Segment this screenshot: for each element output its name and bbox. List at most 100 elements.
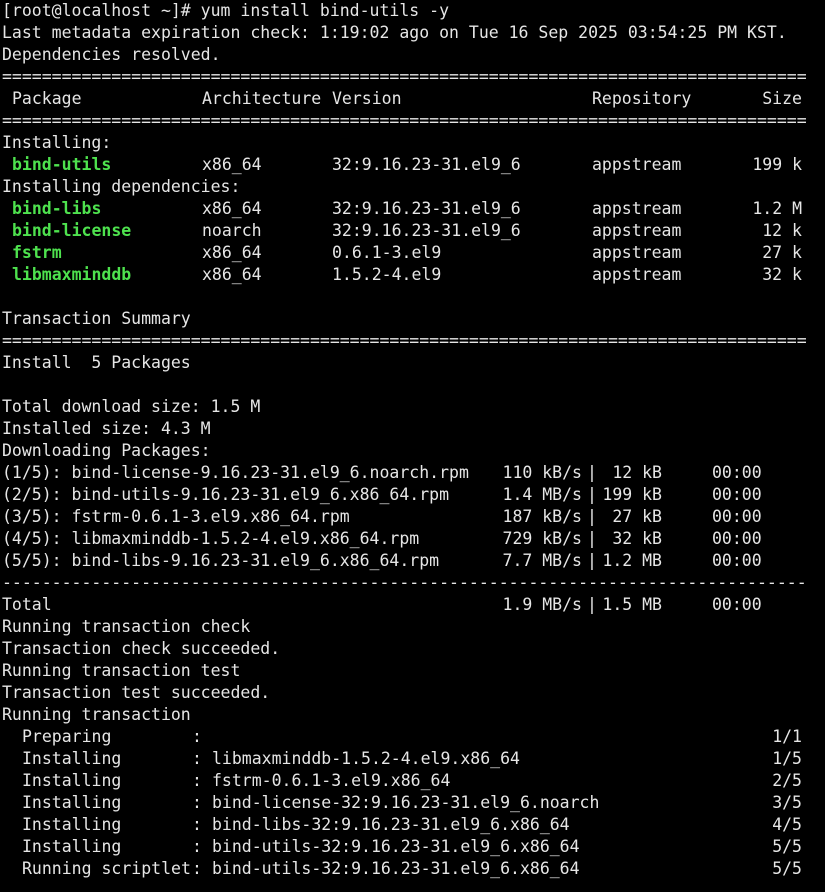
step-progress: 1/5: [772, 749, 802, 768]
download-speed: 187 kB/s: [502, 507, 582, 526]
step-target: libmaxminddb-1.5.2-4.el9.x86_64: [212, 749, 520, 768]
download-time: 00:00: [712, 529, 762, 548]
package-row: libmaxminddb x86_64 1.5.2-4.el9 appstream 32…: [2, 264, 825, 286]
status-line: Transaction test succeeded.: [2, 683, 271, 702]
package-size: 199 k: [752, 155, 802, 174]
package-size: 32 k: [762, 265, 802, 284]
download-size: 27 kB: [602, 507, 662, 526]
status-line: Running transaction test: [2, 661, 241, 680]
transaction-summary-label: Transaction Summary: [2, 309, 191, 328]
package-repo: appstream: [592, 265, 682, 284]
package-repo: appstream: [592, 221, 682, 240]
package-size: 12 k: [762, 221, 802, 240]
package-row: bind-license noarch 32:9.16.23-31.el9_6 app…: [2, 220, 825, 242]
step-colon: :: [192, 859, 202, 878]
separator-single: ----------------------------------------…: [2, 573, 807, 592]
download-file: (1/5): bind-license-9.16.23-31.el9_6.noa…: [2, 463, 469, 482]
step-colon: :: [192, 815, 202, 834]
status-line: Transaction check succeeded.: [2, 639, 281, 658]
step-colon: :: [192, 771, 202, 790]
download-file: (3/5): fstrm-0.6.1-3.el9.x86_64.rpm: [2, 507, 350, 526]
header-version: Version: [332, 89, 402, 108]
package-version: 32:9.16.23-31.el9_6: [332, 155, 521, 174]
step-action: Installing: [22, 837, 122, 856]
step-target: fstrm-0.6.1-3.el9.x86_64: [212, 771, 451, 790]
package-arch: x86_64: [202, 243, 262, 262]
header-size: Size: [762, 89, 802, 108]
step-target: bind-utils-32:9.16.23-31.el9_6.x86_64: [212, 837, 580, 856]
steps-list: Preparing: 1/1 Installing: libmaxminddb-1.5…: [2, 726, 825, 880]
separator-double: ========================================…: [2, 67, 807, 86]
step-action: Running scriptlet: [22, 859, 191, 878]
downloading-label: Downloading Packages:: [2, 441, 211, 460]
step-action: Installing: [22, 749, 122, 768]
total-time: 00:00: [712, 595, 762, 614]
package-name: bind-libs: [12, 199, 102, 218]
step-action: Installing: [22, 815, 122, 834]
transaction-step: Preparing: 1/1: [2, 726, 825, 748]
status-line: Running transaction: [2, 705, 191, 724]
download-size: 199 kB: [602, 485, 662, 504]
separator-double: ========================================…: [2, 331, 807, 350]
package-version: 1.5.2-4.el9: [332, 265, 442, 284]
downloads-list: (1/5): bind-license-9.16.23-31.el9_6.noa…: [2, 462, 825, 572]
command-prompt: [root@localhost ~]# yum install bind-uti…: [2, 1, 450, 20]
download-size: 1.2 MB: [602, 551, 662, 570]
download-row: (3/5): fstrm-0.6.1-3.el9.x86_64.rpm 187 k…: [2, 506, 825, 528]
download-time: 00:00: [712, 463, 762, 482]
step-progress: 3/5: [772, 793, 802, 812]
package-arch: x86_64: [202, 155, 262, 174]
total-speed: 1.9 MB/s: [502, 595, 582, 614]
terminal-window[interactable]: [root@localhost ~]# yum install bind-uti…: [0, 0, 825, 892]
package-name: fstrm: [12, 243, 62, 262]
step-colon: :: [192, 727, 202, 746]
package-repo: appstream: [592, 243, 682, 262]
transaction-step: Installing: bind-libs-32:9.16.23-31.el9_6…: [2, 814, 825, 836]
download-row: (4/5): libmaxminddb-1.5.2-4.el9.x86_64.r…: [2, 528, 825, 550]
transaction-step: Running scriptlet: bind-utils-32:9.16.23-…: [2, 858, 825, 880]
package-repo: appstream: [592, 155, 682, 174]
installing-list: bind-utils x86_64 32:9.16.23-31.el9_6 appst…: [2, 154, 825, 176]
step-target: bind-utils-32:9.16.23-31.el9_6.x86_64: [212, 859, 580, 878]
deps-resolved-status: Dependencies resolved.: [2, 45, 221, 64]
step-colon: :: [192, 793, 202, 812]
transaction-step: Installing: bind-utils-32:9.16.23-31.el9_…: [2, 836, 825, 858]
step-progress: 5/5: [772, 859, 802, 878]
header-package: Package: [12, 89, 82, 108]
package-arch: x86_64: [202, 199, 262, 218]
package-row: bind-libs x86_64 32:9.16.23-31.el9_6 appstr…: [2, 198, 825, 220]
step-action: Installing: [22, 793, 122, 812]
download-row: (5/5): bind-libs-9.16.23-31.el9_6.x86_64…: [2, 550, 825, 572]
download-file: (4/5): libmaxminddb-1.5.2-4.el9.x86_64.r…: [2, 529, 420, 548]
download-size: 32 kB: [602, 529, 662, 548]
step-target: bind-license-32:9.16.23-31.el9_6.noarch: [212, 793, 600, 812]
total-download-size: Total download size: 1.5 M: [2, 397, 261, 416]
header-repository: Repository: [592, 89, 692, 108]
step-action: Preparing: [22, 727, 112, 746]
download-file: (5/5): bind-libs-9.16.23-31.el9_6.x86_64…: [2, 551, 440, 570]
download-time: 00:00: [712, 551, 762, 570]
step-target: bind-libs-32:9.16.23-31.el9_6.x86_64: [212, 815, 570, 834]
package-arch: noarch: [202, 221, 262, 240]
package-size: 27 k: [762, 243, 802, 262]
package-name: bind-license: [12, 221, 132, 240]
package-row: fstrm x86_64 0.6.1-3.el9 appstream 27 k: [2, 242, 825, 264]
installed-size: Installed size: 4.3 M: [2, 419, 211, 438]
download-speed: 110 kB/s: [502, 463, 582, 482]
installing-label: Installing:: [2, 133, 112, 152]
step-progress: 2/5: [772, 771, 802, 790]
download-row: (2/5): bind-utils-9.16.23-31.el9_6.x86_6…: [2, 484, 825, 506]
total-label: Total: [2, 595, 52, 614]
separator-double: ========================================…: [2, 111, 807, 130]
package-version: 0.6.1-3.el9: [332, 243, 442, 262]
package-repo: appstream: [592, 199, 682, 218]
package-version: 32:9.16.23-31.el9_6: [332, 199, 521, 218]
download-row: (1/5): bind-license-9.16.23-31.el9_6.noa…: [2, 462, 825, 484]
transaction-step: Installing: bind-license-32:9.16.23-31.el…: [2, 792, 825, 814]
package-name: libmaxminddb: [12, 265, 132, 284]
step-progress: 4/5: [772, 815, 802, 834]
dependencies-list: bind-libs x86_64 32:9.16.23-31.el9_6 appstr…: [2, 198, 825, 286]
download-time: 00:00: [712, 485, 762, 504]
